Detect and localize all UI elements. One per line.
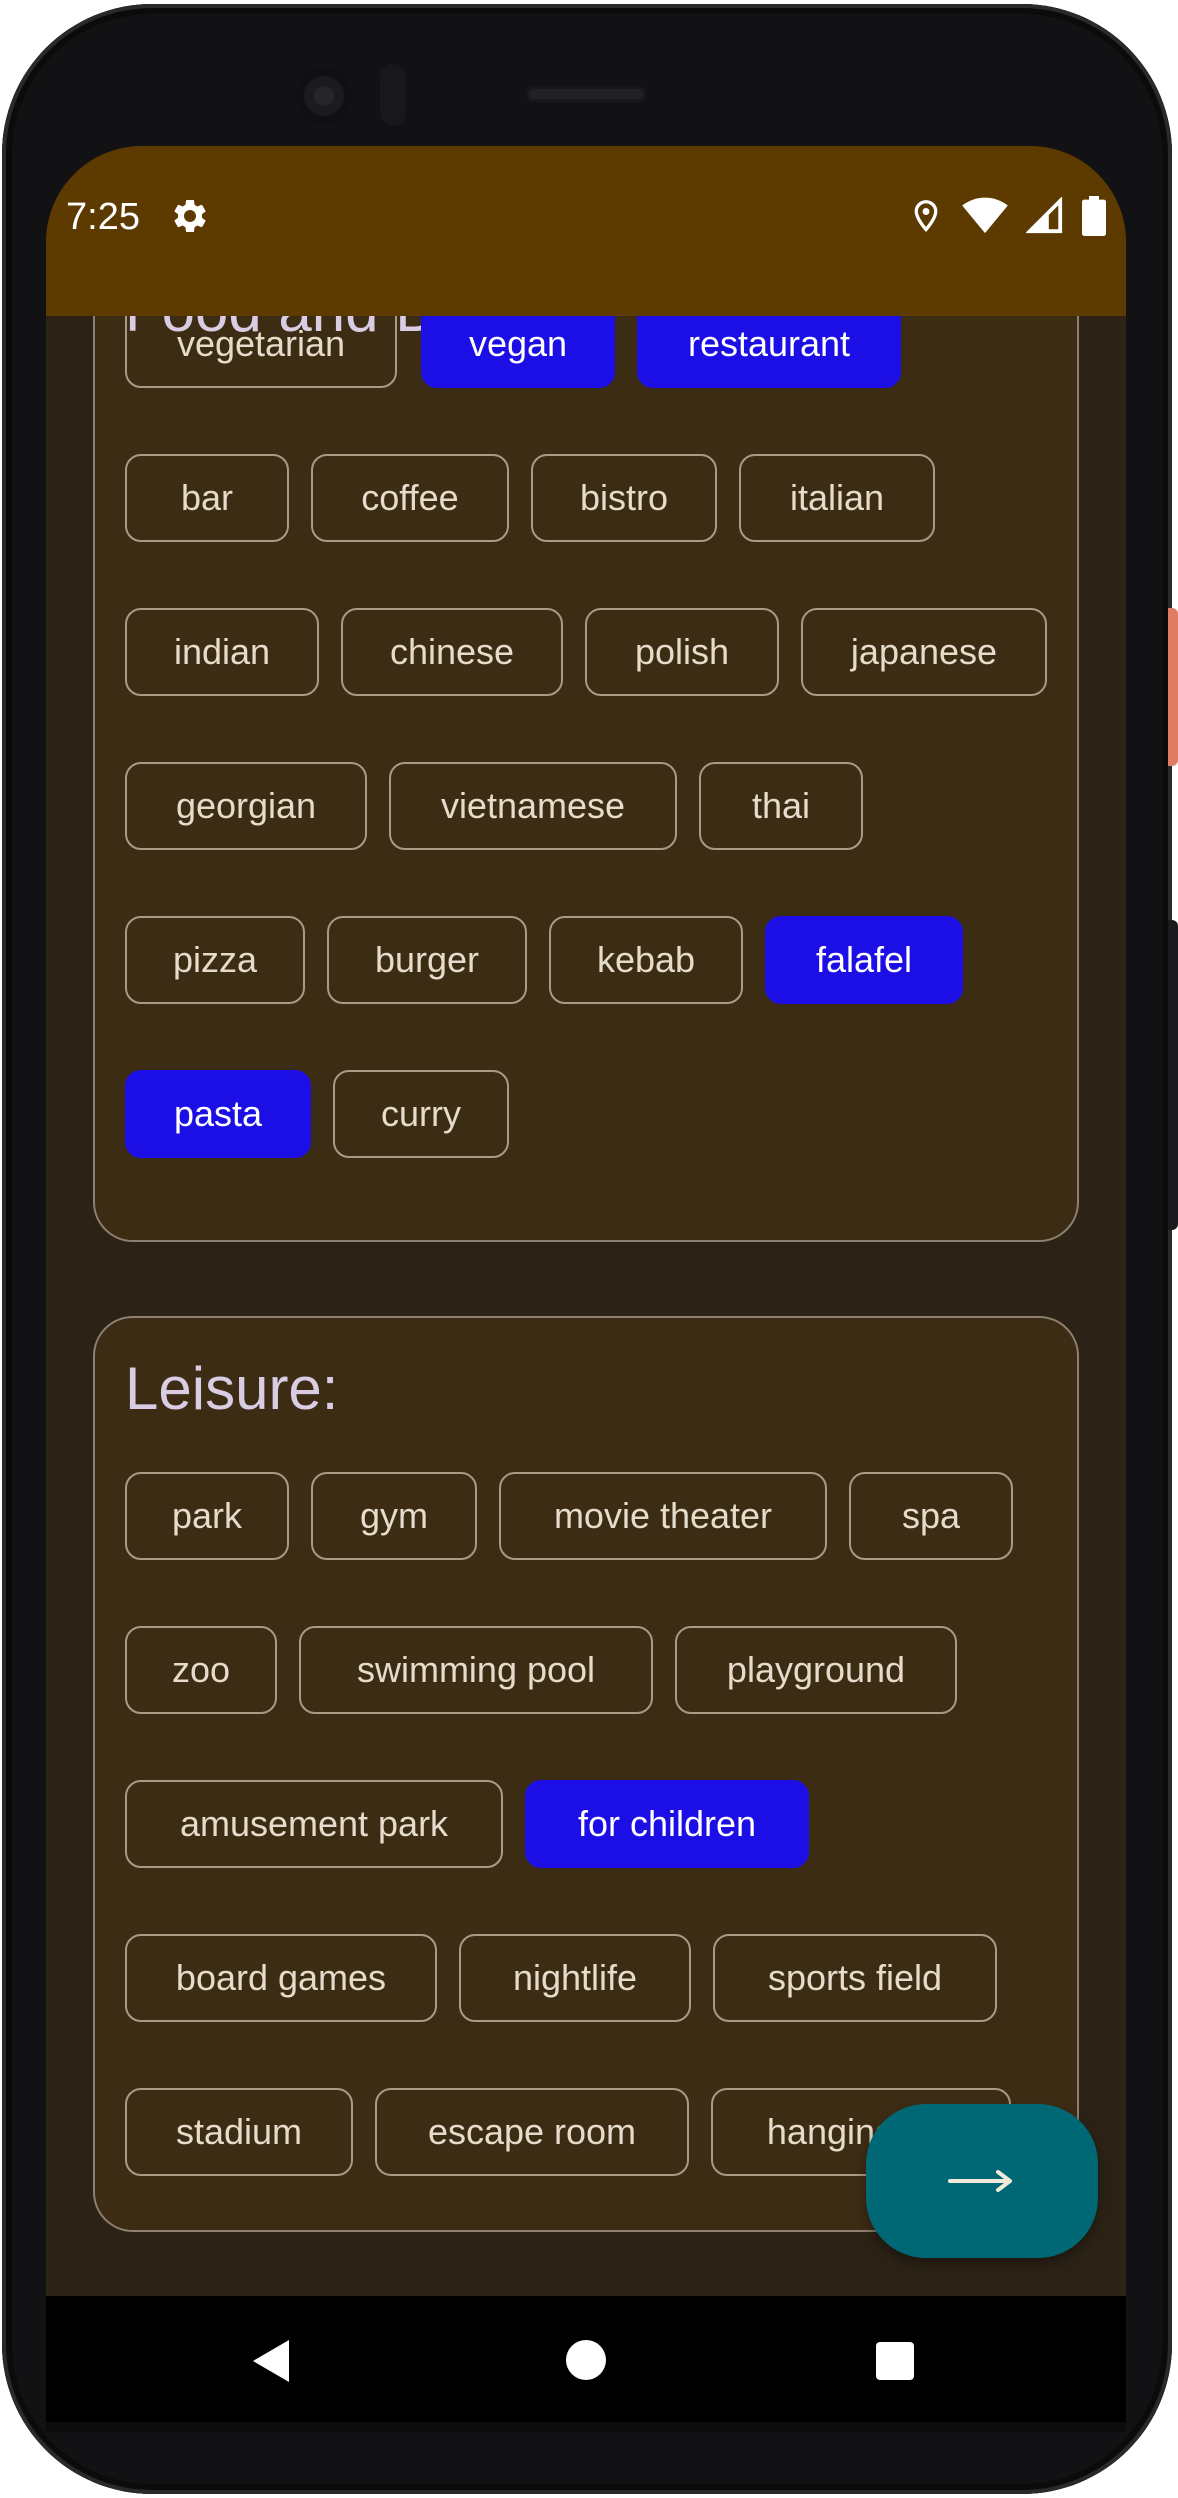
leisure-chip[interactable]: park [125, 1472, 289, 1560]
phone-bottom-bezel [46, 2422, 1126, 2432]
leisure-chip[interactable]: amusement park [125, 1780, 503, 1868]
food-chip[interactable]: polish [585, 608, 779, 696]
next-fab-button[interactable] [866, 2104, 1098, 2258]
leisure-chip[interactable]: playground [675, 1626, 957, 1714]
status-icons [908, 194, 1106, 238]
leisure-chip[interactable]: board games [125, 1934, 437, 2022]
leisure-chip[interactable]: escape room [375, 2088, 689, 2176]
battery-icon [1082, 196, 1106, 236]
proximity-sensor [380, 64, 406, 126]
food-chip[interactable]: japanese [801, 608, 1047, 696]
food-chip[interactable]: coffee [311, 454, 509, 542]
food-chip[interactable]: pizza [125, 916, 305, 1004]
food-chip[interactable]: vegetarian [125, 316, 397, 388]
navigation-bar [46, 2296, 1126, 2422]
status-time: 7:25 [66, 196, 140, 238]
wifi-icon [962, 197, 1008, 234]
location-icon [914, 200, 938, 232]
section-title-leisure: Leisure: [125, 1355, 339, 1422]
leisure-chip[interactable]: sports field [713, 1934, 997, 2022]
leisure-chip[interactable]: nightlife [459, 1934, 691, 2022]
settings-icon [174, 200, 206, 232]
earpiece-speaker [526, 86, 646, 102]
food-chip[interactable]: kebab [549, 916, 743, 1004]
food-chip[interactable]: chinese [341, 608, 563, 696]
volume-button [1168, 920, 1178, 1230]
arrow-right-icon [948, 2170, 1012, 2192]
food-chip[interactable]: vietnamese [389, 762, 677, 850]
screen: 7:25 Food and Drinks: vegetar [46, 146, 1126, 2422]
food-chip[interactable]: restaurant [637, 316, 901, 388]
leisure-chip[interactable]: for children [525, 1780, 809, 1868]
food-chip[interactable]: bar [125, 454, 289, 542]
leisure-chip[interactable]: zoo [125, 1626, 277, 1714]
recents-icon[interactable] [876, 2342, 914, 2380]
leisure-chip[interactable]: gym [311, 1472, 477, 1560]
food-drinks-card: Food and Drinks: vegetarianveganrestaura… [93, 316, 1079, 1242]
food-chip[interactable]: thai [699, 762, 863, 850]
signal-icon [1026, 197, 1063, 234]
leisure-chip[interactable]: stadium [125, 2088, 353, 2176]
food-chip[interactable]: bistro [531, 454, 717, 542]
food-chip[interactable]: curry [333, 1070, 509, 1158]
status-bar: 7:25 [46, 146, 1126, 316]
back-icon[interactable] [251, 2338, 291, 2384]
leisure-card: Leisure: park gym movie theater spa zoo swimm… [93, 1316, 1079, 2232]
leisure-chip[interactable]: spa [849, 1472, 1013, 1560]
leisure-chip[interactable]: movie theater [499, 1472, 827, 1560]
home-icon[interactable] [566, 2340, 606, 2380]
food-chip[interactable]: pasta [125, 1070, 311, 1158]
food-chip[interactable]: vegan [421, 316, 615, 388]
front-camera [296, 68, 352, 124]
leisure-chip[interactable]: swimming pool [299, 1626, 653, 1714]
food-chip[interactable]: falafel [765, 916, 963, 1004]
power-button [1168, 608, 1178, 766]
food-chip[interactable]: indian [125, 608, 319, 696]
food-chip[interactable]: burger [327, 916, 527, 1004]
food-chip[interactable]: georgian [125, 762, 367, 850]
content-scroll[interactable]: Food and Drinks: vegetarianveganrestaura… [46, 316, 1126, 2296]
food-chip[interactable]: italian [739, 454, 935, 542]
